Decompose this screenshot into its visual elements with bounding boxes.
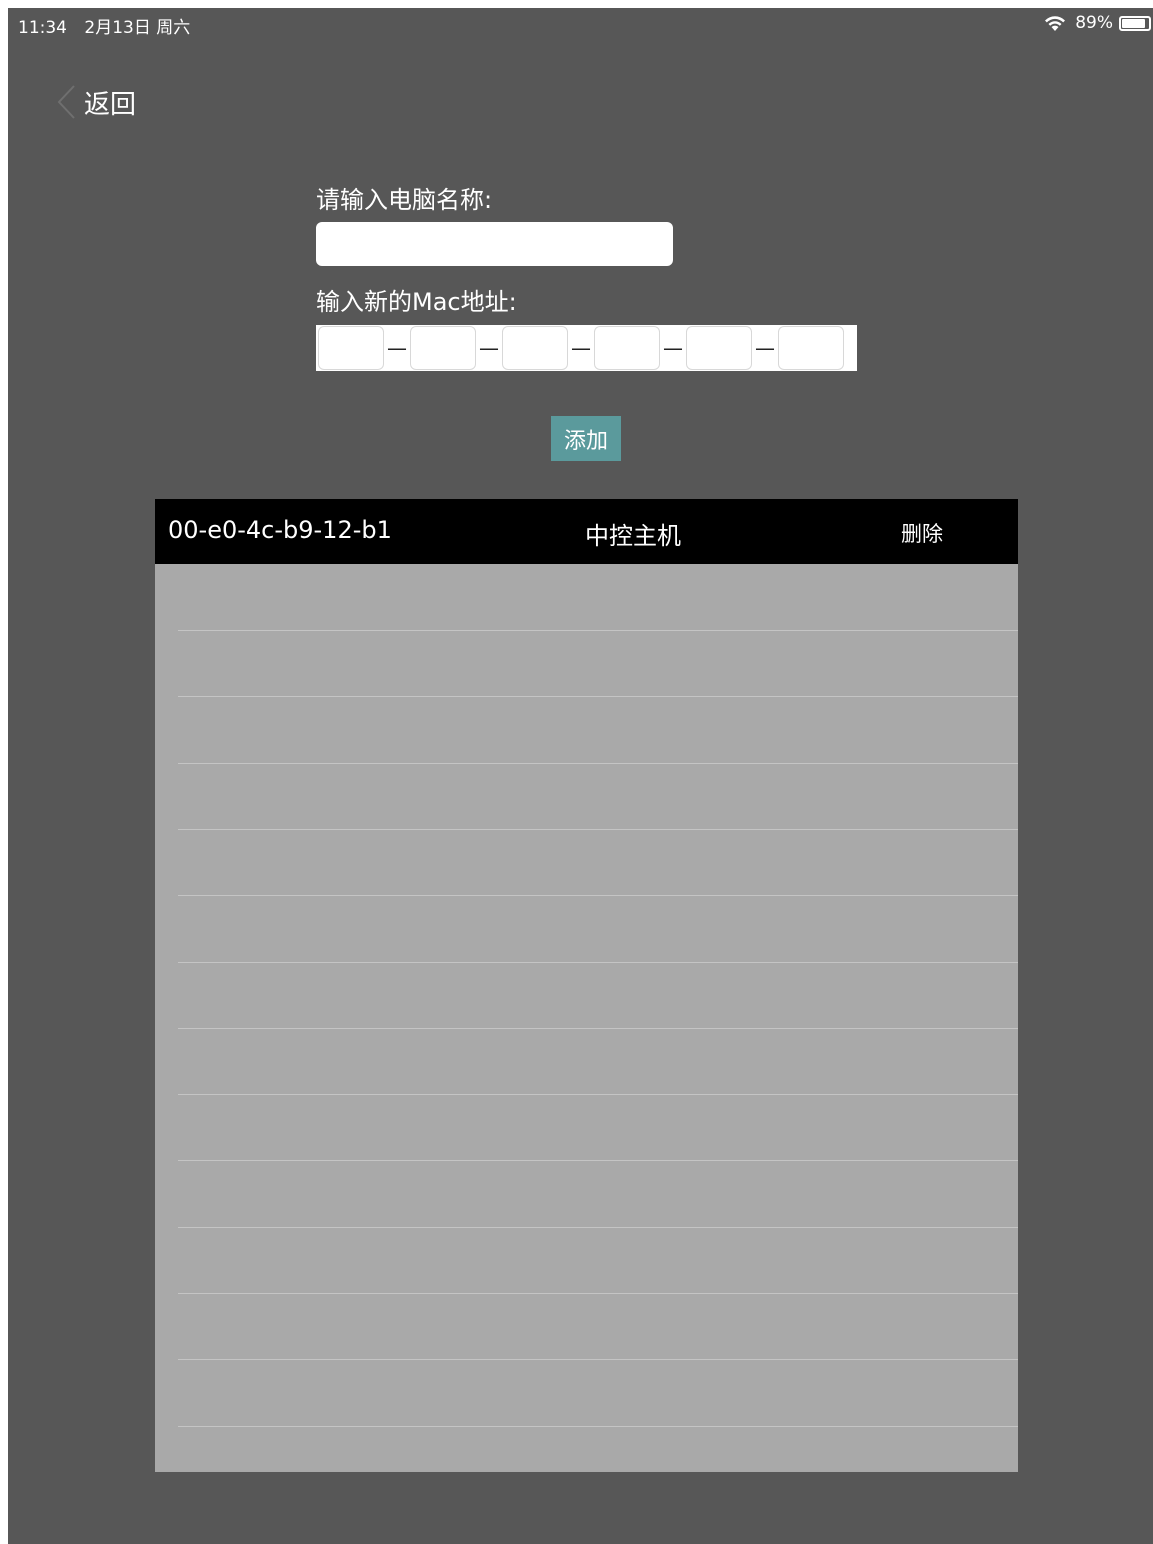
mac-segment-1[interactable] bbox=[318, 326, 384, 370]
mac-segment-3[interactable] bbox=[502, 326, 568, 370]
battery-percent: 89% bbox=[1075, 13, 1113, 33]
device-name: 中控主机 bbox=[585, 522, 681, 550]
status-bar: 11:34 2月13日 周六 89% bbox=[8, 8, 1153, 40]
battery-fill bbox=[1122, 18, 1146, 28]
row-separator bbox=[178, 630, 1018, 631]
add-button[interactable]: 添加 bbox=[551, 416, 621, 461]
computer-name-input[interactable] bbox=[316, 222, 673, 266]
row-separator bbox=[178, 1425, 1018, 1427]
mac-segment-6[interactable] bbox=[778, 326, 844, 370]
row-separator bbox=[178, 895, 1018, 897]
mac-segment-2[interactable] bbox=[410, 326, 476, 370]
table-row: 00-e0-4c-b9-12-b1 中控主机 删除 bbox=[155, 499, 1018, 564]
wifi-icon bbox=[1045, 16, 1066, 31]
mac-separator: — bbox=[663, 336, 683, 360]
computer-name-label: 请输入电脑名称: bbox=[316, 186, 493, 214]
delete-button[interactable]: 删除 bbox=[901, 518, 943, 548]
mac-separator: — bbox=[479, 336, 499, 360]
row-separator bbox=[178, 1293, 1018, 1294]
row-separator bbox=[178, 828, 1018, 830]
mac-separator: — bbox=[755, 336, 775, 360]
battery-icon bbox=[1119, 15, 1151, 31]
back-button[interactable]: 返回 bbox=[54, 82, 136, 122]
status-date: 2月13日 周六 bbox=[84, 18, 191, 38]
status-time: 11:34 bbox=[18, 18, 67, 38]
device-mac: 00-e0-4c-b9-12-b1 bbox=[168, 516, 392, 544]
row-separator bbox=[178, 1226, 1018, 1228]
row-separator bbox=[178, 1094, 1018, 1096]
mac-address-inputs: — — — — — bbox=[316, 325, 857, 371]
row-separator bbox=[178, 961, 1018, 963]
status-right: 89% bbox=[1043, 13, 1151, 33]
device-table: 00-e0-4c-b9-12-b1 中控主机 删除 bbox=[155, 499, 1018, 1472]
chevron-left-icon bbox=[57, 85, 75, 119]
mac-separator: — bbox=[387, 336, 407, 360]
mac-segment-4[interactable] bbox=[594, 326, 660, 370]
back-label: 返回 bbox=[84, 89, 137, 120]
mac-address-label: 输入新的Mac地址: bbox=[316, 288, 517, 316]
row-separator bbox=[178, 1027, 1018, 1029]
mac-separator: — bbox=[571, 336, 591, 360]
row-separator bbox=[178, 1160, 1018, 1162]
app-screen: 11:34 2月13日 周六 89% 返回 请输入电脑名称: 输入新的Mac地址… bbox=[8, 8, 1153, 1544]
mac-segment-5[interactable] bbox=[686, 326, 752, 370]
row-separator bbox=[178, 696, 1018, 698]
row-separator bbox=[178, 1359, 1018, 1361]
row-separator bbox=[178, 762, 1018, 764]
status-left: 11:34 2月13日 周六 bbox=[18, 13, 202, 38]
